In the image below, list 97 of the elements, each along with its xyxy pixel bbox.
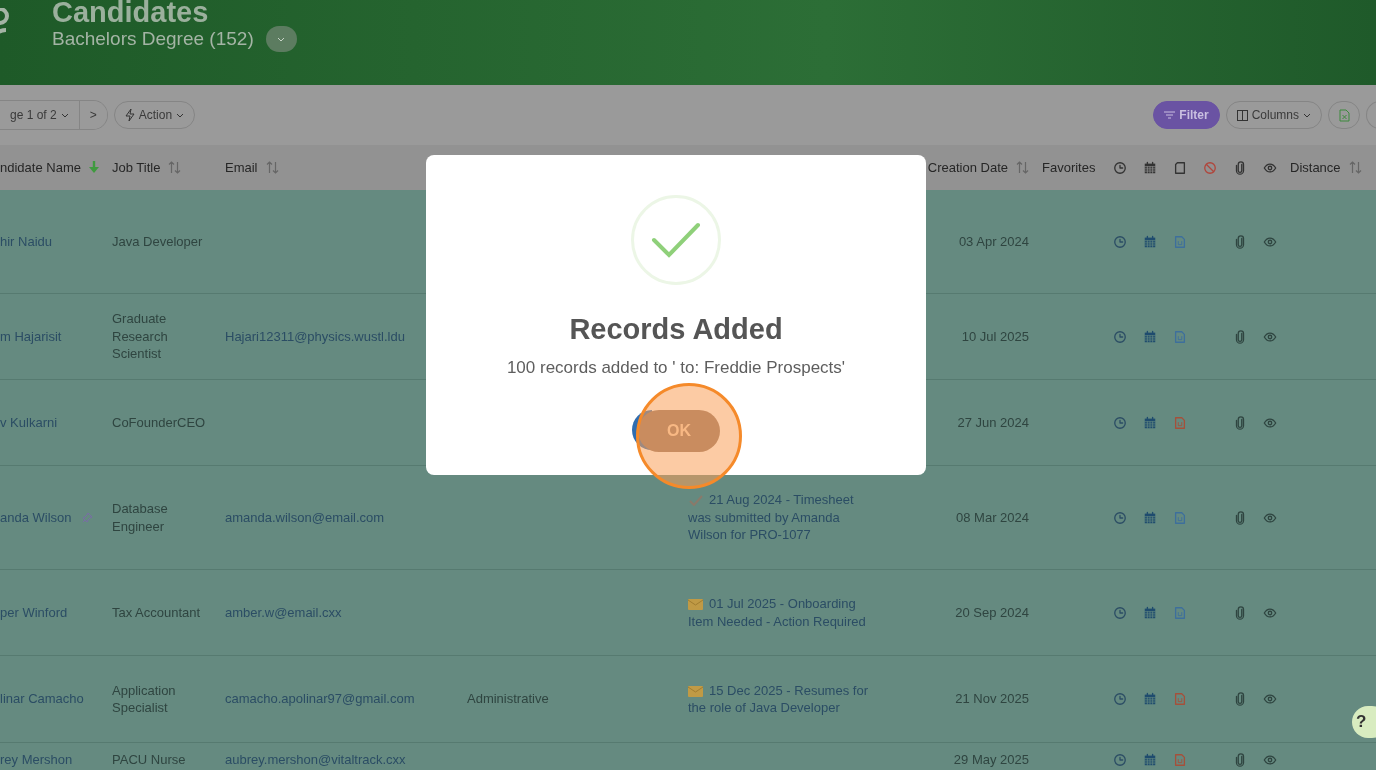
column-header[interactable]: Email [220, 160, 462, 175]
clock-icon[interactable] [1113, 415, 1127, 430]
activity-text: 15 Dec 2025 - Resumes for the role of Java Developer [688, 682, 868, 715]
eye-icon[interactable] [1263, 329, 1277, 344]
creation-date-cell-text: 27 Jun 2024 [956, 413, 1030, 432]
activity-text: 21 Aug 2024 - Timesheet was submitted by Amanda Wilson for PRO-1077 [688, 492, 854, 543]
candidate-name-link[interactable]: hir Naidu [0, 232, 53, 251]
lightning-icon [124, 109, 135, 121]
creation-date-cell-text: 29 May 2025 [952, 750, 1030, 769]
column-header[interactable]: Distance [1285, 160, 1376, 175]
job-title-cell-text: Java Developer [111, 232, 204, 251]
dropdown-button[interactable] [265, 26, 297, 52]
candidate-name-link[interactable]: per Winford [0, 603, 68, 622]
activity-text: 01 Jul 2025 - Onboarding Item Needed - Action Required [688, 596, 866, 629]
filter-icon [1164, 111, 1176, 119]
chevron-down-icon [60, 112, 69, 118]
page-title: Candidates [52, 0, 210, 29]
clock-icon[interactable] [1113, 752, 1127, 767]
pin-icon[interactable] [81, 512, 93, 523]
creation-date-cell-text: 10 Jul 2025 [960, 327, 1030, 346]
check-icon [688, 495, 703, 507]
eye-icon[interactable] [1263, 752, 1277, 767]
chevron-down-icon [176, 112, 185, 118]
spreadsheet-icon [1338, 108, 1350, 122]
calendar-icon[interactable] [1143, 160, 1157, 175]
eye-icon[interactable] [1263, 692, 1277, 706]
creation-date-cell-text: 08 Mar 2024 [955, 508, 1030, 527]
column-header[interactable]: ndidate Name [0, 160, 107, 175]
candidate-name-link[interactable]: linar Camacho [0, 690, 84, 708]
email-link[interactable]: camacho.apolinar97@gmail.com [225, 691, 415, 707]
export-button[interactable] [1328, 101, 1360, 129]
chevron-down-icon [1303, 112, 1311, 118]
paperclip-icon[interactable] [1233, 234, 1247, 249]
clock-icon[interactable] [1113, 329, 1127, 344]
success-check-icon [631, 195, 721, 285]
filter-button[interactable]: Filter [1153, 101, 1220, 129]
clock-icon[interactable] [1113, 160, 1127, 175]
help-button[interactable]: ? [1352, 706, 1376, 738]
sort-icon[interactable] [1348, 161, 1362, 174]
paperclip-icon[interactable] [1233, 510, 1247, 525]
action-button[interactable]: Action [113, 101, 196, 129]
candidate-name-link[interactable]: anda Wilson [0, 508, 72, 527]
dialog-title: Records Added [569, 313, 783, 346]
job-title-cell-text: CoFounderCEO [111, 413, 207, 432]
columns-icon [1236, 109, 1248, 121]
calendar-icon[interactable] [1143, 329, 1157, 344]
eye-icon[interactable] [1263, 415, 1277, 430]
candidate-name-link[interactable]: rey Mershon [0, 750, 73, 769]
calendar-icon[interactable] [1143, 510, 1157, 525]
email-link[interactable]: Hajari12311@physics.wustl.ldu [225, 328, 405, 344]
calendar-icon[interactable] [1143, 234, 1157, 249]
clock-icon[interactable] [1113, 234, 1127, 249]
job-title-cell-text: PACU Nurse [111, 750, 187, 769]
clock-icon[interactable] [1113, 510, 1127, 525]
eye-icon[interactable] [1263, 605, 1277, 620]
calendar-icon[interactable] [1143, 692, 1157, 706]
candidate-name-link[interactable]: m Hajarisit [0, 327, 62, 346]
creation-date-cell-text: 20 Sep 2024 [954, 603, 1030, 622]
job-title-cell-text: Graduate Research Scientist [111, 310, 169, 363]
next-page-button[interactable]: > [78, 101, 107, 129]
paperclip-icon[interactable] [1233, 692, 1247, 706]
sort-icon[interactable] [265, 161, 279, 174]
candidate-name-link[interactable]: v Kulkarni [0, 413, 58, 432]
clock-icon[interactable] [1113, 605, 1127, 620]
columns-button[interactable]: Columns [1225, 101, 1322, 129]
envelope-icon [688, 685, 703, 697]
eye-icon[interactable] [1263, 234, 1277, 249]
eye-icon[interactable] [1263, 160, 1277, 175]
calendar-icon[interactable] [1143, 605, 1157, 620]
dialog-message: 100 records added to ' to: Freddie Prospects' [506, 358, 846, 378]
sort-icon[interactable] [1016, 161, 1029, 174]
chevron-down-icon [277, 36, 286, 42]
sort-icon[interactable] [168, 161, 182, 174]
column-header[interactable]: Job Title [107, 160, 220, 175]
blocked-icon[interactable] [1203, 160, 1217, 175]
creation-date-cell-text: 03 Apr 2024 [957, 232, 1030, 251]
paperclip-icon[interactable] [1233, 160, 1247, 175]
job-title-cell-text: Tax Accountant [111, 603, 202, 622]
paperclip-icon[interactable] [1233, 605, 1247, 620]
eye-icon[interactable] [1263, 510, 1277, 525]
page-subtitle: Bachelors Degree (152) [52, 28, 254, 50]
job-title-cell-text: Database Engineer [111, 500, 169, 535]
creation-date-cell-text: 21 Nov 2025 [954, 690, 1030, 708]
email-link[interactable]: aubrey.mershon@vitaltrack.cxx [225, 751, 406, 767]
calendar-icon[interactable] [1143, 752, 1157, 767]
job-title-cell-text: Application Specialist [111, 681, 177, 717]
calendar-icon[interactable] [1143, 415, 1157, 430]
column-header[interactable]: Creation Date [880, 160, 1037, 175]
table-cell: Administrative [467, 691, 549, 707]
paperclip-icon[interactable] [1233, 415, 1247, 430]
email-link[interactable]: amber.w@email.cxx [225, 604, 342, 620]
clock-icon[interactable] [1113, 692, 1127, 706]
paperclip-icon[interactable] [1233, 329, 1247, 344]
column-header[interactable]: Favorites [1037, 160, 1105, 175]
email-link[interactable]: amanda.wilson@email.com [225, 509, 385, 525]
paperclip-icon[interactable] [1233, 752, 1247, 767]
envelope-icon [688, 599, 703, 610]
